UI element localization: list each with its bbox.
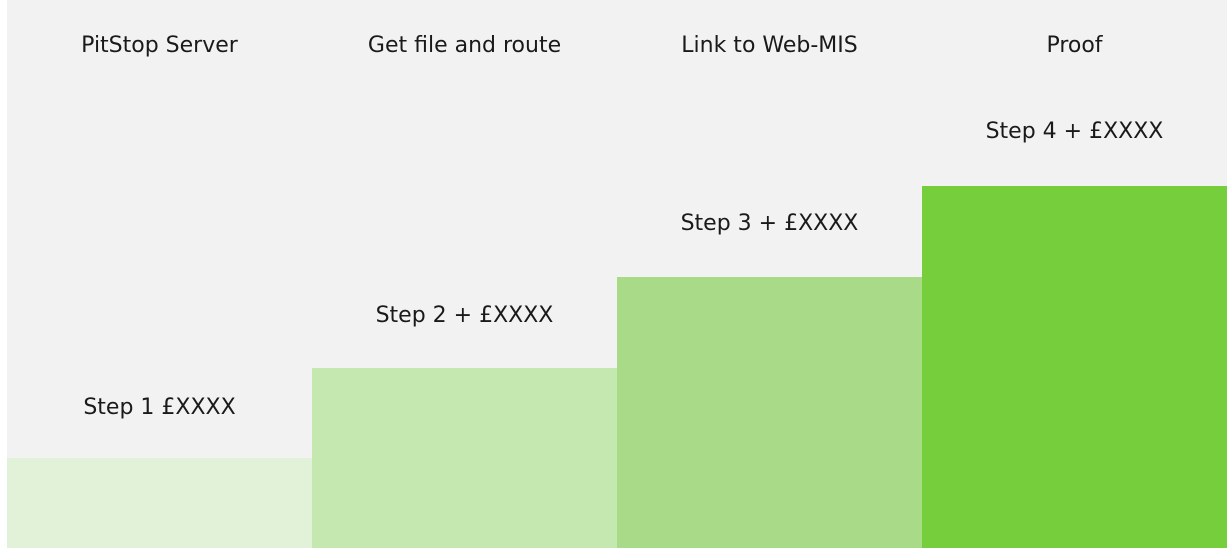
header-pitstop-server: PitStop Server (81, 33, 238, 58)
header-proof: Proof (1046, 33, 1103, 58)
staircase-diagram: PitStop Server Get file and route Link t… (7, 0, 1227, 548)
header-link-to-web-mis: Link to Web-MIS (681, 33, 858, 58)
step-2-label: Step 2 + £XXXX (375, 303, 554, 328)
step-3-label: Step 3 + £XXXX (680, 211, 859, 236)
step-1-label: Step 1 £XXXX (83, 395, 236, 420)
step-1-block (7, 458, 312, 548)
step-4-label: Step 4 + £XXXX (985, 119, 1164, 144)
header-get-file-and-route: Get file and route (367, 33, 562, 58)
step-4-block (922, 186, 1227, 548)
step-2-block (312, 368, 617, 548)
step-3-block (617, 277, 922, 548)
